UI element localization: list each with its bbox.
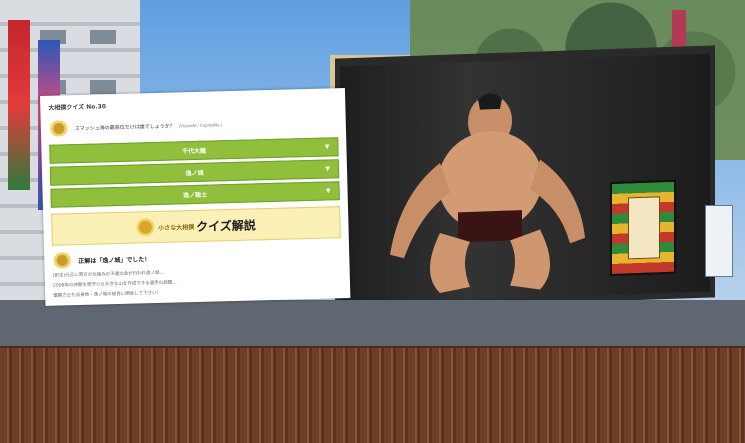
option-label: 逸ノ城 <box>185 169 204 178</box>
chevron-down-icon: ▼ <box>325 165 331 173</box>
question-text: スマッシュ海の最高位だけは誰でしょうか？ <box>74 122 175 132</box>
street-photo: 大相撲クイズ No.30 スマッシュ海の最高位だけは誰でしょうか？ (Visio… <box>0 0 745 443</box>
sumo-badge-icon <box>52 252 73 269</box>
explanation-label: クイズ解説 <box>195 217 256 234</box>
sumo-badge-icon <box>48 120 70 137</box>
answer-text: 正解は「逸ノ城」でした！ <box>78 255 151 265</box>
quiz-card: 大相撲クイズ No.30 スマッシュ海の最高位だけは誰でしょうか？ (Visio… <box>40 88 351 306</box>
chevron-down-icon: ▼ <box>325 187 331 195</box>
explanation-brand: 小さな大相撲 <box>158 223 195 232</box>
answer-option-3[interactable]: 逸ノ聡士 ▼ <box>50 181 340 208</box>
sumo-badge-icon <box>135 218 155 237</box>
chevron-down-icon: ▼ <box>324 143 330 151</box>
option-label: 千代大龍 <box>181 147 207 156</box>
quiz-explanation-button[interactable]: 小さな大相撲 クイズ解説 <box>51 206 341 246</box>
red-nobori-banner <box>8 20 30 190</box>
sumo-logo-placard <box>610 179 676 277</box>
option-label: 逸ノ聡士 <box>183 191 208 200</box>
billboard-screen <box>340 53 710 305</box>
answer-row: 正解は「逸ノ城」でした！ <box>52 244 341 270</box>
sumo-wrestler-figure <box>390 93 585 293</box>
side-sign <box>705 205 733 277</box>
question-row: スマッシュ海の最高位だけは誰でしょうか？ (VisionAI / Copilot… <box>48 108 339 142</box>
question-note: (VisionAI / CopilotNo.) <box>178 121 223 128</box>
wooden-fence <box>0 348 745 443</box>
